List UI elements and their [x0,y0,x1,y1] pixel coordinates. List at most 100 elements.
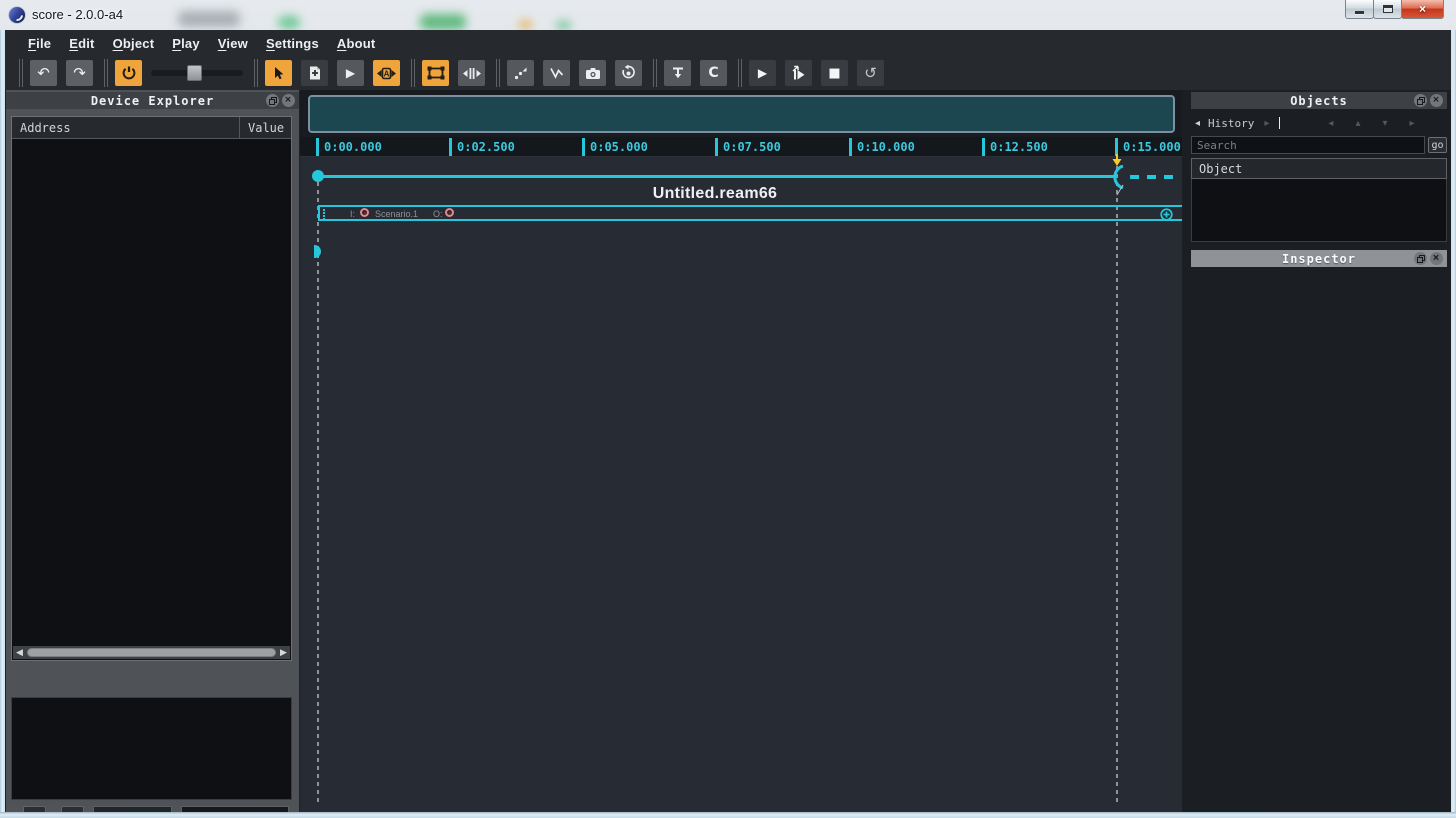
close-panel-button[interactable]: × [1430,94,1443,107]
toolbar-separator [254,59,255,87]
address-value-input[interactable] [181,806,289,812]
reinitialize-icon: ↺ [864,63,877,82]
select-tool-button[interactable] [265,60,292,86]
scale-mode-button[interactable] [422,60,449,86]
menu-about[interactable]: About [328,32,385,55]
cursor-icon [275,66,284,79]
search-input[interactable] [1191,136,1425,154]
lock-tool-button[interactable]: A [373,60,400,86]
grow-mode-button[interactable] [458,60,485,86]
interval-duration-line[interactable] [318,175,1117,178]
transport-stop-button[interactable]: ■ [821,60,848,86]
interval-title[interactable]: Untitled.ream66 [300,185,1130,203]
float-panel-button[interactable] [1414,94,1427,107]
interval-flexible-dashes [1130,175,1178,179]
scenario-view[interactable]: 0:00.000 0:02.500 0:05.000 0:07.500 0:10… [300,90,1182,812]
nav-up-icon[interactable]: ▴ [1355,118,1360,129]
redo-icon: ↷ [73,63,86,82]
track-input-port-icon[interactable] [360,208,369,217]
maximize-button[interactable] [1373,0,1402,19]
undo-button[interactable]: ↶ [30,60,57,86]
volume-slider[interactable] [151,60,243,86]
add-address-button[interactable]: + [23,806,46,812]
menu-settings[interactable]: Settings [257,32,328,55]
menu-file[interactable]: File [19,32,60,55]
svg-text:A: A [384,69,390,78]
close-panel-icon: × [1432,95,1441,105]
menu-edit[interactable]: Edit [60,32,103,55]
enable-sound-button[interactable] [115,60,142,86]
nav-right-icon[interactable]: ▸ [1410,118,1415,129]
create-tool-button[interactable] [301,60,328,86]
device-messages-list[interactable] [11,697,292,800]
record-button[interactable] [615,60,642,86]
reinitialize-button[interactable]: ↺ [857,60,884,86]
add-process-button[interactable] [1160,208,1173,226]
state-node[interactable] [314,245,321,258]
window-titlebar[interactable]: score - 2.0.0-a4 × [0,0,1456,30]
toolbar-separator [496,59,497,87]
minimize-icon [1355,10,1364,14]
right-dock: Objects × ◂ History ▸ ◂ ▴ ▾ ▸ Search go … [1182,90,1451,812]
object-list[interactable] [1191,179,1447,242]
slider-handle[interactable] [187,65,202,81]
window-frame-bottom [0,812,1456,818]
inspector-panel-titlebar[interactable]: Inspector × [1191,250,1447,267]
device-explorer-titlebar[interactable]: Device Explorer × [6,92,299,109]
track-name[interactable]: Scenario.1 [375,209,418,219]
timeline-minimap[interactable] [308,95,1175,133]
menu-object[interactable]: Object [104,32,164,55]
desktop-blur-blob [178,11,240,27]
toolbar-separator [104,59,105,87]
search-go-button[interactable]: go [1428,137,1447,153]
scroll-right-icon[interactable]: ▶ [277,648,290,658]
playhead-dashed-line [1116,158,1118,802]
snapshot-button[interactable] [579,60,606,86]
condition-icon: C [708,65,719,81]
add-trigger-button[interactable] [664,60,691,86]
history-next-icon[interactable]: ▸ [1264,118,1269,129]
transport-play-icon: ▶ [757,66,768,80]
play-tool-button[interactable]: ▶ [337,60,364,86]
search-row: go [1191,136,1447,154]
object-list-header[interactable]: Object [1191,158,1447,179]
menu-play[interactable]: Play [163,32,209,55]
scroll-left-icon[interactable]: ◀ [13,648,26,658]
transport-play-button[interactable]: ▶ [749,60,776,86]
device-explorer-panel: Device Explorer × Address Value ◀ ▶ [6,90,299,812]
menu-view[interactable]: View [209,32,257,55]
drag-handle-icon[interactable] [323,209,325,220]
curve-edit-button[interactable] [543,60,570,86]
redo-button[interactable]: ↷ [66,60,93,86]
scrollbar-handle[interactable] [27,648,276,657]
minimize-button[interactable] [1345,0,1374,19]
window-frame-right [1451,30,1456,812]
float-panel-button[interactable] [1414,252,1427,265]
nav-left-icon[interactable]: ◂ [1328,118,1333,129]
column-value[interactable]: Value [248,121,284,135]
scenario-track[interactable]: I: Scenario.1 O: [318,205,1182,221]
device-explorer-footer: + Address ▾ [6,806,299,812]
close-button[interactable]: × [1401,0,1444,19]
history-prev-icon[interactable]: ◂ [1195,118,1200,129]
snapshot-positions-button[interactable] [507,60,534,86]
time-ruler[interactable]: 0:00.000 0:02.500 0:05.000 0:07.500 0:10… [300,137,1182,157]
float-panel-button[interactable] [266,94,279,107]
nav-down-icon[interactable]: ▾ [1382,118,1387,129]
close-panel-button[interactable]: × [282,94,295,107]
close-panel-button[interactable]: × [1430,252,1443,265]
horizontal-scrollbar[interactable]: ◀ ▶ [13,646,290,659]
play-from-here-button[interactable] [785,60,812,86]
add-condition-button[interactable]: C [700,60,727,86]
remove-address-button[interactable] [61,806,84,812]
objects-title: Objects [1290,93,1348,108]
column-separator[interactable] [239,117,240,139]
objects-panel-titlebar[interactable]: Objects × [1191,92,1447,109]
desktop-blur-blob [420,14,466,30]
track-output-port-icon[interactable] [445,208,454,217]
interval-start-node[interactable] [312,170,324,182]
undo-icon: ↶ [37,63,50,82]
address-mode-dropdown[interactable]: Address ▾ [93,806,172,812]
column-address[interactable]: Address [20,121,71,135]
device-tree[interactable]: Address Value ◀ ▶ [11,116,292,661]
